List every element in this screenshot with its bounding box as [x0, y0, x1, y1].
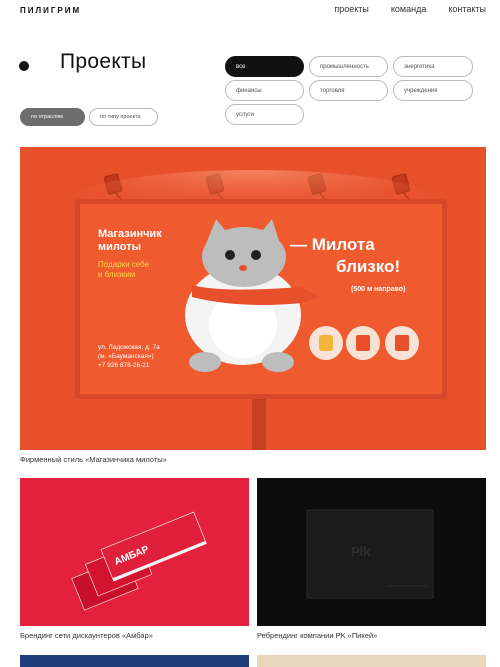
- filter-industry[interactable]: промышленность: [309, 56, 388, 77]
- project-card-milota[interactable]: Магазинчик милоты Подарки себе и близким…: [20, 147, 486, 450]
- billboard-sub-2: и близким: [98, 270, 135, 279]
- logo[interactable]: ПИЛИГРИМ: [20, 6, 81, 15]
- billboard-slogan-2: близко!: [336, 257, 400, 276]
- toggle-by-industry[interactable]: по отраслям: [20, 108, 85, 126]
- toggle-by-project-type[interactable]: по типу проекта: [89, 108, 158, 126]
- page-title: Проекты: [60, 50, 147, 73]
- project-card-pk[interactable]: Plk: [257, 478, 486, 626]
- filter-energy[interactable]: энергетика: [393, 56, 473, 77]
- filter-institutions[interactable]: учреждения: [393, 80, 473, 101]
- project-card-5[interactable]: [257, 655, 486, 667]
- project-caption-milota[interactable]: Фирменный стиль «Магазинчика милоты»: [20, 455, 167, 464]
- project-caption-ambar[interactable]: Брендинг сети дискаунтеров «Амбар»: [20, 631, 153, 640]
- billboard-slogan-1: — Милота: [290, 235, 375, 254]
- main-nav: проекты команда контакты: [312, 4, 486, 14]
- billboard-shop-name-1: Магазинчик: [98, 228, 162, 240]
- billboard-phone: +7 926 878-26-21: [98, 362, 150, 369]
- filter-finance[interactable]: финансы: [225, 80, 304, 101]
- billboard-image: Магазинчик милоты Подарки себе и близким…: [20, 147, 486, 450]
- billboard-address-2: (м. «Бауманская»): [98, 353, 154, 360]
- pk-logo: Plk: [351, 544, 371, 559]
- billboard-sub-1: Подарки себе: [98, 260, 150, 269]
- billboard-shop-name-2: милоты: [98, 241, 141, 253]
- filter-trade[interactable]: торговля: [309, 80, 388, 101]
- title-dot-icon: [19, 61, 29, 71]
- project-card-4[interactable]: [20, 655, 249, 667]
- project-card-ambar[interactable]: АМБАР: [20, 478, 249, 626]
- filter-services[interactable]: услуги: [225, 104, 304, 125]
- ambar-booklets-image: АМБАР: [20, 478, 249, 626]
- nav-team[interactable]: команда: [391, 4, 426, 14]
- billboard-address-1: ул. Ладожская, д. 7а: [98, 344, 160, 351]
- project-caption-pk[interactable]: Ребрендинг компании PK «Пикей»: [257, 631, 377, 640]
- pk-book-image: Plk: [257, 478, 486, 626]
- filter-all[interactable]: все: [225, 56, 304, 77]
- billboard-distance: (500 м направо): [351, 286, 405, 293]
- nav-contacts[interactable]: контакты: [448, 4, 486, 14]
- nav-projects[interactable]: проекты: [334, 4, 369, 14]
